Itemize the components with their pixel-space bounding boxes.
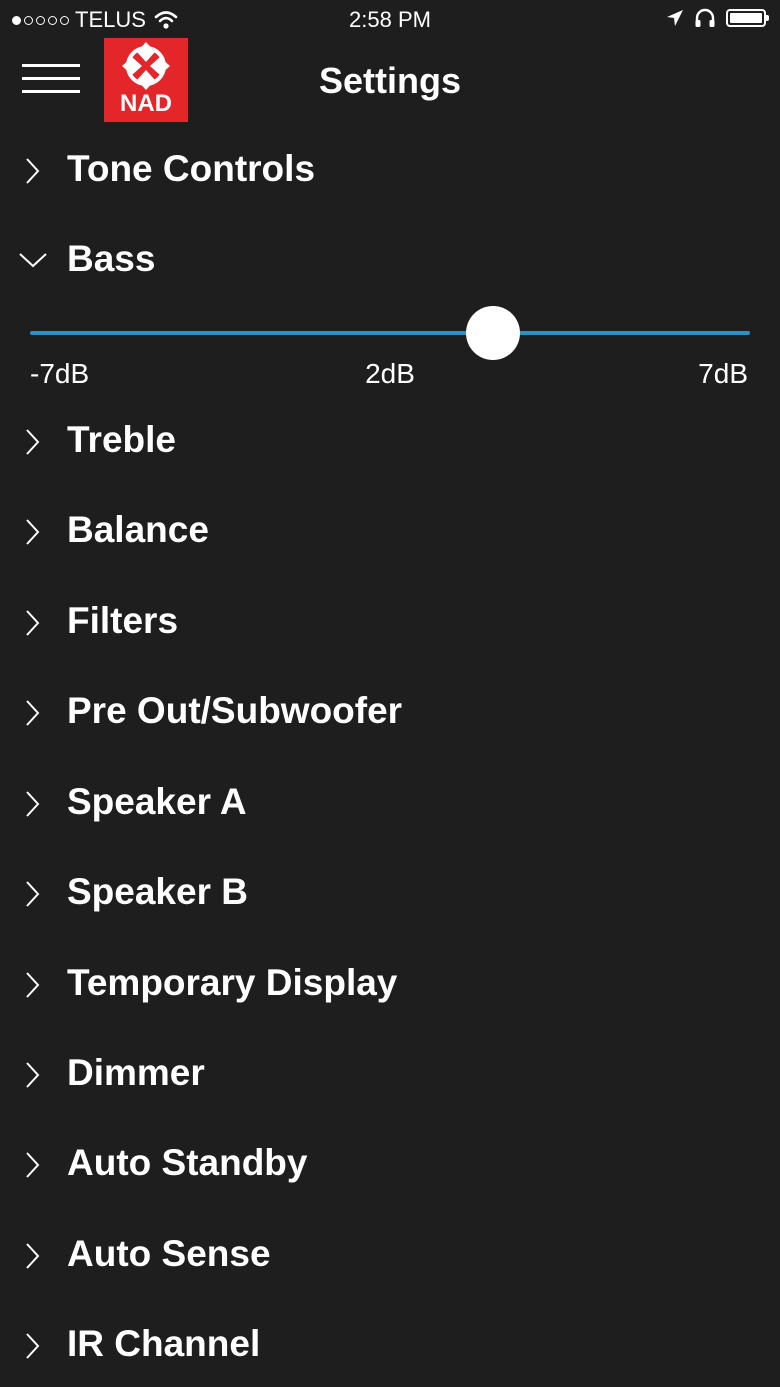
app-header: NAD Settings [0,38,780,128]
section-bass[interactable]: Bass [0,232,780,302]
slider-max-label: 7dB [698,358,748,389]
battery-icon [726,9,769,27]
section-label: Speaker B [67,871,248,912]
bass-slider[interactable] [30,306,750,360]
status-right [666,8,769,28]
chevron-right-icon [26,791,40,817]
section-label: Tone Controls [67,148,316,189]
section-label: Auto Sense [67,1233,271,1274]
section-ir-channel[interactable]: IR Channel [0,1317,780,1387]
chevron-right-icon [26,972,40,998]
section-label: Filters [67,600,179,641]
section-treble[interactable]: Treble [0,413,780,483]
chevron-right-icon [26,700,40,726]
chevron-right-icon [26,519,40,545]
section-dimmer[interactable]: Dimmer [0,1046,780,1116]
section-label: Auto Standby [67,1142,308,1183]
section-temporary-display[interactable]: Temporary Display [0,956,780,1026]
chevron-right-icon [26,429,40,455]
chevron-right-icon [26,881,40,907]
section-tone-controls[interactable]: Tone Controls [0,142,780,212]
chevron-right-icon [26,610,40,636]
location-arrow-icon [667,10,683,26]
section-label: IR Channel [67,1323,261,1364]
section-label: Balance [67,509,209,550]
section-label: Bass [67,238,156,279]
headphones-icon [695,8,715,27]
status-bar: TELUS 2:58 PM [0,0,780,40]
section-pre-out-subwoofer[interactable]: Pre Out/Subwoofer [0,684,780,754]
chevron-right-icon [26,1062,40,1088]
status-time: 2:58 PM [349,7,431,32]
slider-track[interactable] [30,331,750,335]
slider-thumb[interactable] [465,306,520,360]
page-title: Settings [318,60,461,101]
section-label: Speaker A [67,781,247,822]
section-label: Treble [67,419,176,460]
section-label: Temporary Display [67,962,398,1003]
section-label: Pre Out/Subwoofer [67,690,403,731]
section-label: Dimmer [67,1052,205,1093]
section-speaker-b[interactable]: Speaker B [0,865,780,935]
chevron-down-icon [19,253,47,268]
chevron-right-icon [26,1152,40,1178]
slider-value-label: 2dB [365,358,415,389]
section-auto-sense[interactable]: Auto Sense [0,1227,780,1297]
section-balance[interactable]: Balance [0,503,780,573]
chevron-right-icon [26,1333,40,1359]
section-speaker-a[interactable]: Speaker A [0,775,780,845]
chevron-right-icon [26,158,40,184]
chevron-right-icon [26,1243,40,1269]
section-filters[interactable]: Filters [0,594,780,664]
section-auto-standby[interactable]: Auto Standby [0,1136,780,1206]
